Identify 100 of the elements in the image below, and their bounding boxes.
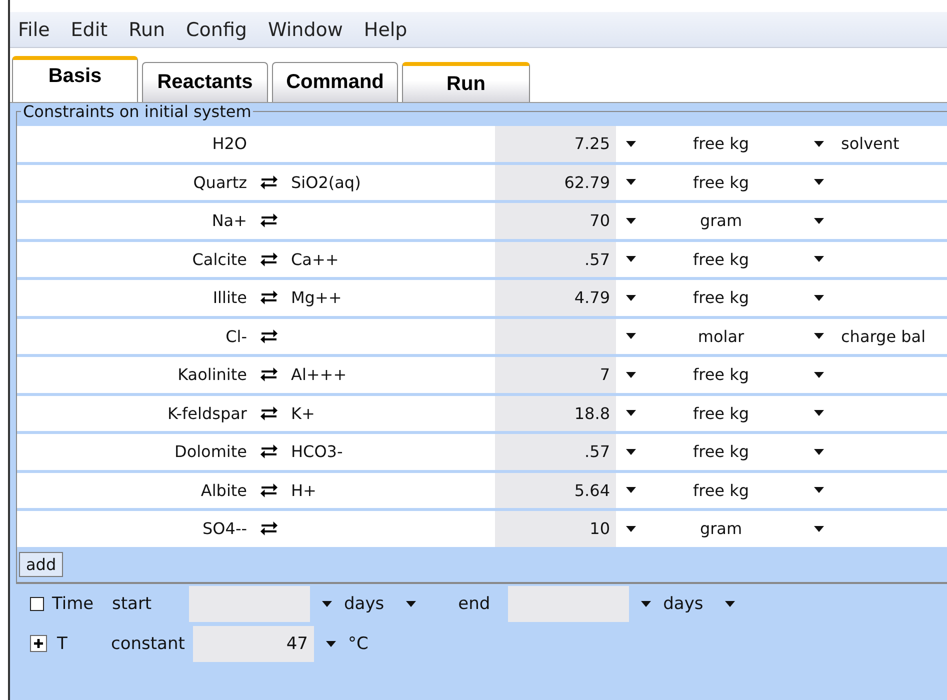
group-title: Constraints on initial system: [21, 103, 254, 121]
caret-icon[interactable]: [814, 294, 824, 301]
species-name[interactable]: K-feldspar: [167, 404, 247, 423]
species-name[interactable]: Albite: [200, 480, 247, 500]
swap-icon[interactable]: [259, 213, 279, 228]
tab[interactable]: Run: [402, 62, 530, 102]
caret-icon[interactable]: [814, 526, 824, 532]
menu-item[interactable]: Config: [186, 18, 247, 40]
species-name[interactable]: Quartz: [193, 172, 247, 192]
unit-label[interactable]: free kg: [692, 288, 750, 308]
caret-icon[interactable]: [626, 218, 636, 224]
menu-item[interactable]: Run: [128, 18, 166, 40]
caret-icon[interactable]: [814, 410, 824, 416]
time-label: Time: [52, 594, 95, 614]
value-field[interactable]: 62.79: [495, 164, 616, 200]
unit-label[interactable]: free kg: [692, 172, 750, 192]
unit-label[interactable]: °C: [348, 634, 368, 654]
end-label: end: [458, 594, 492, 614]
caret-icon[interactable]: [626, 372, 636, 378]
swap-species: HCO3-: [291, 442, 343, 462]
caret-icon[interactable]: [725, 600, 736, 606]
caret-icon[interactable]: [626, 526, 636, 532]
swap-icon[interactable]: [259, 174, 279, 190]
caret-icon[interactable]: [814, 487, 824, 494]
swap-icon[interactable]: [259, 367, 279, 382]
temperature-label: T: [57, 634, 68, 654]
swap-icon[interactable]: [259, 252, 279, 267]
caret-icon[interactable]: [322, 600, 332, 606]
species-name[interactable]: Illite: [212, 288, 247, 308]
caret-icon[interactable]: [626, 179, 636, 186]
species-name[interactable]: Na+: [212, 211, 247, 230]
value-field[interactable]: 18.8: [495, 396, 616, 431]
value-field[interactable]: 7: [495, 357, 616, 392]
menu-item[interactable]: Edit: [70, 18, 108, 40]
unit-label[interactable]: free kg: [692, 250, 750, 269]
unit-label[interactable]: gram: [700, 211, 742, 230]
unit-label[interactable]: free kg: [692, 442, 750, 462]
tab[interactable]: Reactants: [142, 62, 268, 102]
swap-icon[interactable]: [259, 290, 279, 306]
value-field[interactable]: 7.25: [495, 126, 616, 162]
species-name[interactable]: Cl-: [226, 326, 247, 346]
swap-icon[interactable]: [259, 444, 279, 460]
swap-icon[interactable]: [259, 521, 279, 536]
value-field[interactable]: [495, 318, 616, 354]
unit-label[interactable]: free kg: [692, 404, 750, 423]
unit-label[interactable]: days: [663, 594, 704, 614]
species-name[interactable]: Kaolinite: [178, 365, 247, 384]
start-field[interactable]: [189, 586, 310, 622]
swap-species: Al+++: [291, 365, 347, 384]
caret-icon[interactable]: [814, 256, 824, 262]
caret-icon[interactable]: [626, 333, 636, 340]
caret-icon[interactable]: [814, 179, 824, 186]
value-field[interactable]: 10: [495, 511, 616, 546]
species-name[interactable]: Calcite: [192, 250, 247, 269]
unit-label[interactable]: gram: [700, 519, 742, 538]
species-name[interactable]: SO4--: [202, 519, 247, 538]
menu-item[interactable]: Window: [268, 18, 343, 40]
value-field[interactable]: .57: [495, 242, 616, 277]
unit-label[interactable]: days: [344, 594, 384, 614]
end-field[interactable]: [508, 586, 630, 622]
mode-label[interactable]: constant: [111, 634, 185, 654]
caret-icon[interactable]: [626, 487, 636, 494]
caret-icon[interactable]: [814, 333, 824, 340]
caret-icon[interactable]: [626, 140, 636, 147]
value-field[interactable]: 4.79: [495, 280, 616, 316]
menu-item[interactable]: Help: [364, 18, 408, 40]
caret-icon[interactable]: [814, 218, 824, 224]
swap-icon[interactable]: [259, 406, 279, 421]
expand-icon[interactable]: [30, 635, 47, 652]
swap-species: H+: [291, 480, 316, 500]
caret-icon[interactable]: [814, 372, 824, 378]
unit-label[interactable]: free kg: [692, 365, 750, 384]
swap-icon[interactable]: [259, 482, 279, 498]
caret-icon[interactable]: [626, 294, 636, 301]
caret-icon[interactable]: [406, 600, 416, 606]
caret-icon[interactable]: [814, 448, 824, 455]
value-field[interactable]: .57: [495, 434, 616, 470]
caret-icon[interactable]: [814, 140, 824, 147]
checkbox[interactable]: [30, 596, 44, 610]
tab[interactable]: Basis: [12, 56, 138, 102]
temperature-field[interactable]: 47: [193, 626, 314, 662]
caret-icon[interactable]: [641, 600, 652, 606]
unit-label[interactable]: free kg: [692, 480, 750, 500]
caret-icon[interactable]: [626, 256, 636, 262]
unit-label[interactable]: free kg: [692, 134, 750, 154]
unit-label[interactable]: molar: [698, 326, 744, 346]
swap-species: SiO2(aq): [291, 172, 361, 192]
species-name[interactable]: H2O: [212, 134, 247, 154]
swap-icon[interactable]: [259, 328, 279, 344]
tab[interactable]: Command: [272, 62, 398, 102]
caret-icon[interactable]: [326, 640, 336, 646]
species-name[interactable]: Dolomite: [174, 442, 247, 462]
start-label: start: [112, 594, 153, 614]
caret-icon[interactable]: [626, 410, 636, 416]
value-field[interactable]: 70: [495, 203, 616, 238]
caret-icon[interactable]: [626, 448, 636, 455]
value-field[interactable]: 5.64: [495, 472, 616, 508]
menu-item[interactable]: File: [18, 18, 50, 40]
note-text: solvent: [841, 134, 900, 154]
add-button[interactable]: add: [19, 552, 64, 576]
